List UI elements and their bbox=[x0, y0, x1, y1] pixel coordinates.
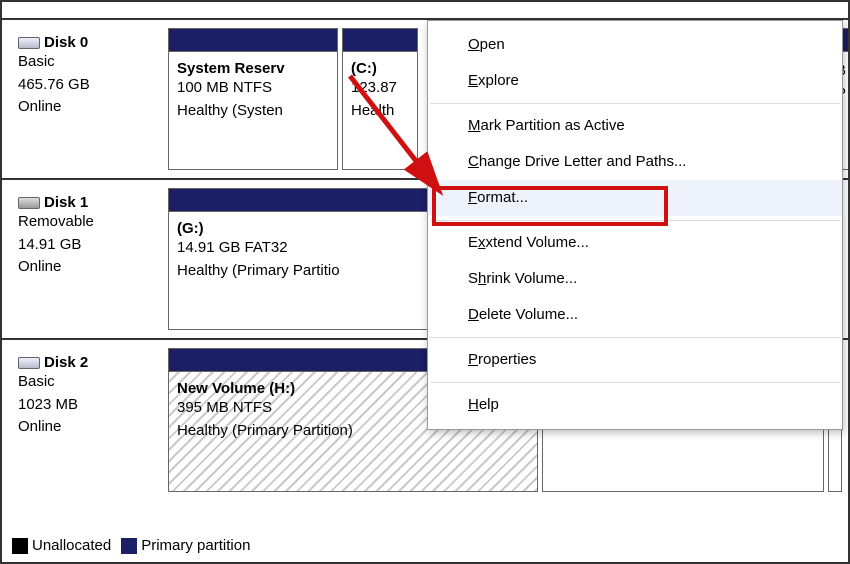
disk-icon bbox=[18, 357, 40, 369]
partition-header-bar bbox=[343, 29, 417, 51]
disk-name: Disk 0 bbox=[18, 34, 164, 51]
menu-item-format[interactable]: Format... bbox=[428, 180, 842, 216]
menu-item-help[interactable]: Help bbox=[428, 387, 842, 423]
disk-status: Online bbox=[18, 416, 164, 439]
partition-label: System Reserv bbox=[177, 60, 329, 77]
menu-separator bbox=[430, 220, 840, 221]
disk-info-panel: Disk 2 Basic 1023 MB Online bbox=[8, 348, 168, 492]
menu-separator bbox=[430, 337, 840, 338]
partition-body: System Reserv 100 MB NTFS Healthy (Syste… bbox=[169, 51, 337, 169]
menu-item-properties[interactable]: Properties bbox=[428, 342, 842, 378]
disk-info-panel: Disk 1 Removable 14.91 GB Online bbox=[8, 188, 168, 330]
disk-name: Disk 1 bbox=[18, 194, 164, 211]
swatch-unallocated bbox=[12, 538, 28, 554]
menu-item-extend[interactable]: Exxtend Volume... bbox=[428, 225, 842, 261]
disk-name-text: Disk 0 bbox=[44, 34, 88, 51]
disk-info-panel: Disk 0 Basic 465.76 GB Online bbox=[8, 28, 168, 170]
partition-header-bar bbox=[169, 29, 337, 51]
legend-item-unallocated: Unallocated bbox=[12, 537, 111, 554]
disk-type: Basic bbox=[18, 371, 164, 394]
partition-info: 123.87 bbox=[351, 77, 409, 100]
menu-separator bbox=[430, 103, 840, 104]
partition-body: (C:) 123.87 Health bbox=[343, 51, 417, 169]
partition-block[interactable]: System Reserv 100 MB NTFS Healthy (Syste… bbox=[168, 28, 338, 170]
disk-name-text: Disk 2 bbox=[44, 354, 88, 371]
partition-info: 100 MB NTFS bbox=[177, 77, 329, 100]
menu-item-open[interactable]: Open bbox=[428, 27, 842, 63]
disk-name-text: Disk 1 bbox=[44, 194, 88, 211]
disk-management-window: Disk 0 Basic 465.76 GB Online System Res… bbox=[0, 0, 850, 564]
disk-status: Online bbox=[18, 256, 164, 279]
disk-size: 14.91 GB bbox=[18, 234, 164, 257]
legend-label: Unallocated bbox=[32, 537, 111, 554]
swatch-primary bbox=[121, 538, 137, 554]
context-menu: Open Explore Mark Partition as Active Ch… bbox=[427, 20, 843, 430]
legend: Unallocated Primary partition bbox=[12, 537, 250, 554]
partition-info: Healthy (Systen bbox=[177, 100, 329, 123]
menu-separator bbox=[430, 382, 840, 383]
menu-item-change-letter[interactable]: Change Drive Letter and Paths... bbox=[428, 144, 842, 180]
partition-label: (C:) bbox=[351, 60, 409, 77]
disk-type: Basic bbox=[18, 51, 164, 74]
disk-name: Disk 2 bbox=[18, 354, 164, 371]
disk-type: Removable bbox=[18, 211, 164, 234]
menu-item-delete[interactable]: Delete Volume... bbox=[428, 297, 842, 333]
top-border-strip bbox=[2, 2, 848, 20]
disk-status: Online bbox=[18, 96, 164, 119]
menu-item-explore[interactable]: Explore bbox=[428, 63, 842, 99]
menu-item-mark-active[interactable]: Mark Partition as Active bbox=[428, 108, 842, 144]
disk-size: 1023 MB bbox=[18, 394, 164, 417]
menu-item-shrink[interactable]: Shrink Volume... bbox=[428, 261, 842, 297]
legend-item-primary: Primary partition bbox=[121, 537, 250, 554]
disk-size: 465.76 GB bbox=[18, 74, 164, 97]
partition-block[interactable]: (C:) 123.87 Health bbox=[342, 28, 418, 170]
disk-icon bbox=[18, 37, 40, 49]
disk-icon bbox=[18, 197, 40, 209]
partition-info: Health bbox=[351, 100, 409, 123]
legend-label: Primary partition bbox=[141, 537, 250, 554]
